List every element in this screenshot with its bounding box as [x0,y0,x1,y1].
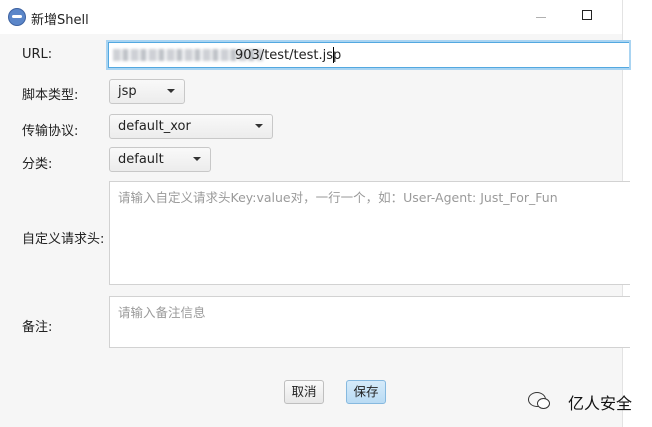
wechat-icon [528,392,550,409]
chevron-down-icon [255,124,263,128]
script-type-value: jsp [118,84,137,99]
remark-textarea[interactable]: 请输入备注信息 [109,296,630,348]
save-button[interactable]: 保存 [346,380,386,404]
category-label: 分类: [22,157,53,172]
url-label: URL: [22,47,53,62]
custom-headers-placeholder: 请输入自定义请求头Key:value对，一行一个，如：User-Agent: J… [118,190,558,205]
chevron-down-icon [167,89,175,93]
protocol-value: default_xor [118,119,191,134]
remark-placeholder: 请输入备注信息 [118,305,206,320]
category-select[interactable]: default [109,147,211,172]
maximize-icon[interactable] [577,6,601,26]
watermark: 亿人安全 [528,390,648,413]
chevron-down-icon [193,157,201,161]
window-title: 新增Shell [31,13,89,28]
custom-headers-textarea[interactable]: 请输入自定义请求头Key:value对，一行一个，如：User-Agent: J… [109,181,630,285]
category-value: default [118,152,164,167]
custom-headers-label: 自定义请求头: [22,232,105,247]
url-value: 903/test/test.jsp [235,48,342,63]
protocol-label: 传输协议: [22,124,79,139]
text-caret [333,47,334,63]
url-input[interactable]: 903/test/test.jsp [108,42,629,68]
watermark-text: 亿人安全 [568,394,633,413]
title-bar: 新增Shell [0,0,622,34]
protocol-select[interactable]: default_xor [109,114,273,139]
script-type-label: 脚本类型: [22,88,79,103]
shell-app-icon [8,8,26,26]
script-type-select[interactable]: jsp [109,79,185,104]
remark-label: 备注: [22,320,53,335]
new-shell-dialog: 新增Shell URL: 903/test/test.jsp 脚本类型: jsp… [0,0,630,427]
minimize-icon[interactable] [530,6,554,26]
cancel-button[interactable]: 取消 [284,380,324,404]
